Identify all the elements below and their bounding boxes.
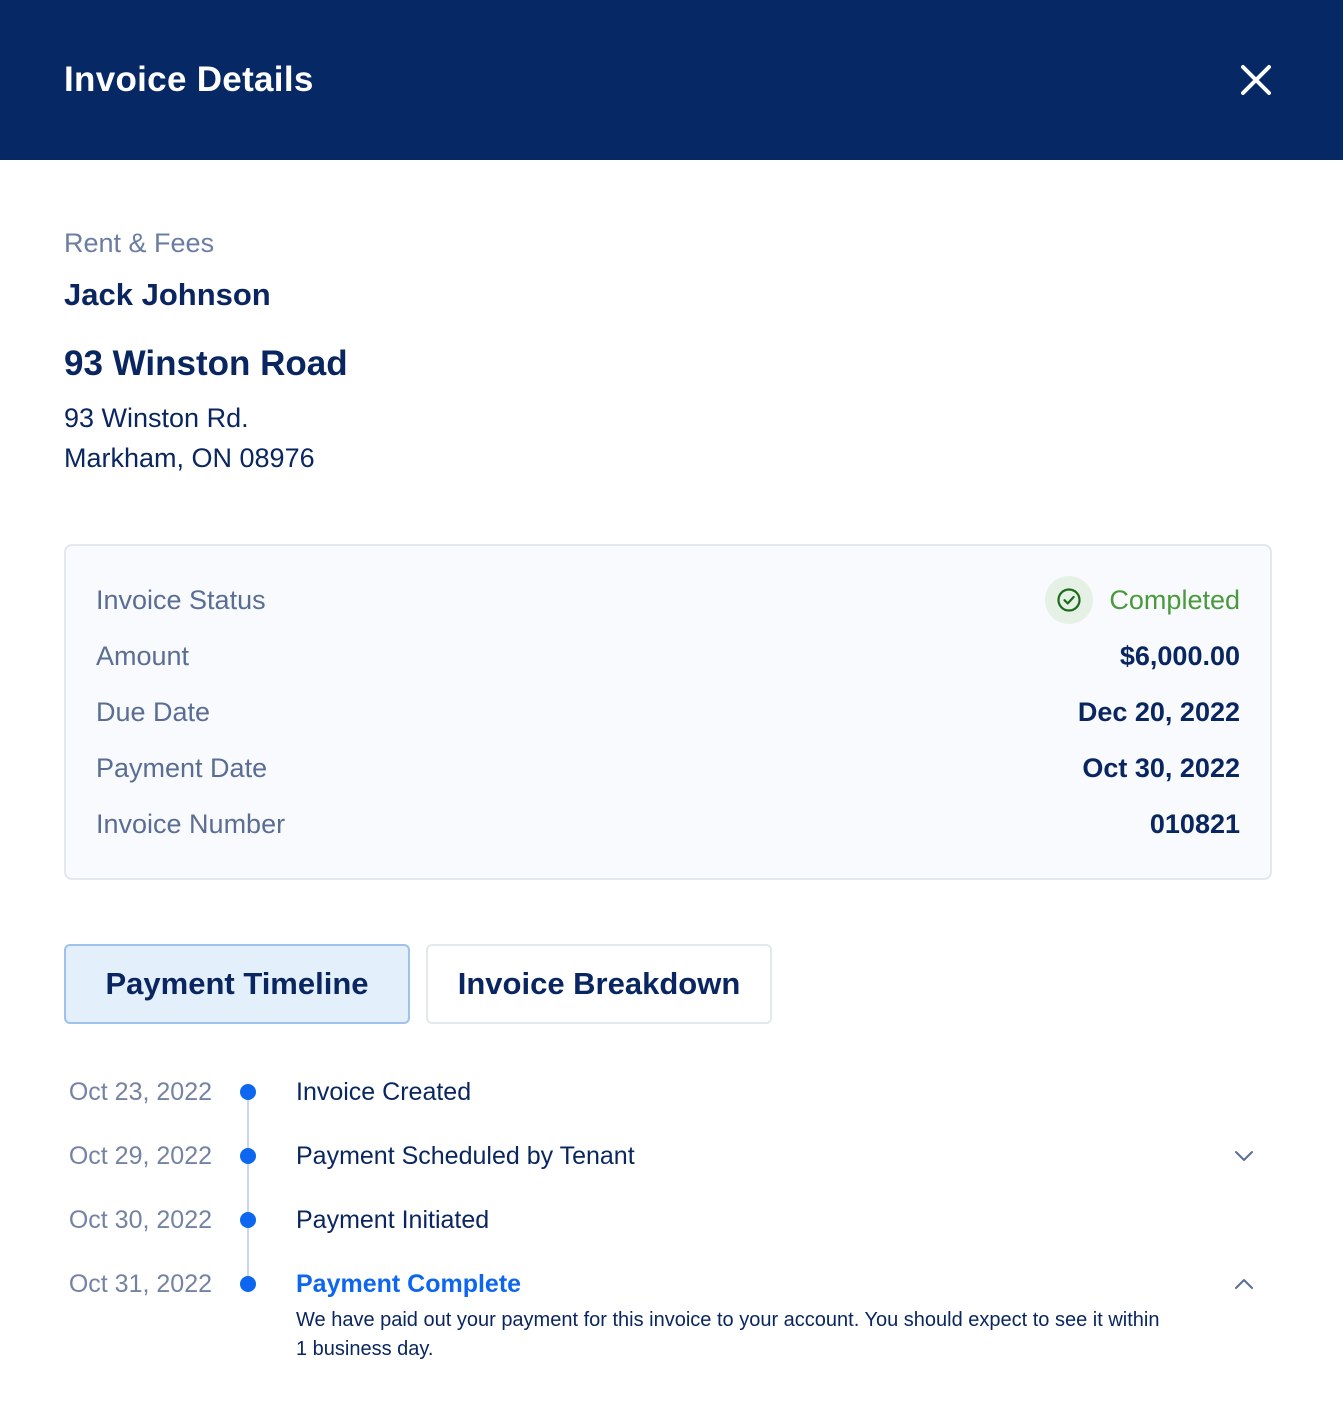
timeline-dot (240, 1148, 256, 1164)
property-name: 93 Winston Road (64, 344, 348, 383)
status-label: Invoice Status (96, 585, 266, 615)
invoice-info-card: Invoice Status Completed Amount $6,000.0… (64, 544, 1272, 880)
amount-value: $6,000.00 (1119, 641, 1240, 671)
modal-title: Invoice Details (64, 60, 314, 99)
close-icon (1241, 65, 1271, 95)
timeline-event[interactable]: Oct 29, 2022 Payment Scheduled by Tenant (0, 1136, 1343, 1176)
amount-row: Amount $6,000.00 (96, 636, 1240, 676)
timeline-event-description: We have paid out your payment for this i… (296, 1309, 1160, 1360)
timeline-event: Oct 23, 2022 Invoice Created (0, 1072, 1343, 1112)
timeline-date: Oct 30, 2022 (68, 1206, 212, 1234)
tab-invoice-breakdown[interactable]: Invoice Breakdown (426, 944, 772, 1024)
due-date-row: Due Date Dec 20, 2022 (96, 692, 1240, 732)
status-badge: Completed (1045, 570, 1240, 630)
timeline-dot (240, 1084, 256, 1100)
chevron-down-icon[interactable] (1228, 1140, 1260, 1172)
close-button[interactable] (1226, 50, 1286, 110)
timeline-label: Payment Complete (296, 1270, 522, 1298)
address-line-1: 93 Winston Rd. (64, 403, 249, 433)
payment-date-label: Payment Date (96, 753, 268, 783)
timeline-event: Oct 30, 2022 Payment Initiated (0, 1200, 1343, 1240)
chevron-up-icon[interactable] (1228, 1268, 1260, 1300)
timeline-label: Payment Scheduled by Tenant (296, 1142, 635, 1170)
payment-date-row: Payment Date Oct 30, 2022 (96, 748, 1240, 788)
status-value: Completed (1109, 585, 1240, 615)
timeline-label: Payment Initiated (296, 1206, 490, 1234)
tenant-name: Jack Johnson (64, 277, 271, 312)
tab-payment-timeline[interactable]: Payment Timeline (64, 944, 410, 1024)
invoice-number-row: Invoice Number 010821 (96, 804, 1240, 844)
payment-date-value: Oct 30, 2022 (1082, 753, 1240, 783)
timeline-connector (247, 1092, 249, 1284)
due-date-value: Dec 20, 2022 (1077, 697, 1240, 727)
timeline-date: Oct 31, 2022 (68, 1270, 212, 1298)
timeline-dot (240, 1212, 256, 1228)
invoice-number-label: Invoice Number (96, 809, 286, 839)
check-circle-icon (1045, 576, 1094, 624)
timeline-event[interactable]: Oct 31, 2022 Payment Complete (0, 1264, 1343, 1304)
amount-label: Amount (96, 641, 190, 671)
status-row: Invoice Status Completed (96, 576, 1240, 624)
timeline-date: Oct 23, 2022 (68, 1078, 212, 1106)
timeline-date: Oct 29, 2022 (68, 1142, 212, 1170)
due-date-label: Due Date (96, 697, 211, 727)
invoice-number-value: 010821 (1149, 809, 1240, 839)
timeline-label: Invoice Created (296, 1078, 472, 1106)
timeline-dot (240, 1276, 256, 1292)
modal-header: Invoice Details (0, 0, 1343, 160)
invoice-category: Rent & Fees (64, 228, 215, 258)
address-line-2: Markham, ON 08976 (64, 443, 315, 473)
